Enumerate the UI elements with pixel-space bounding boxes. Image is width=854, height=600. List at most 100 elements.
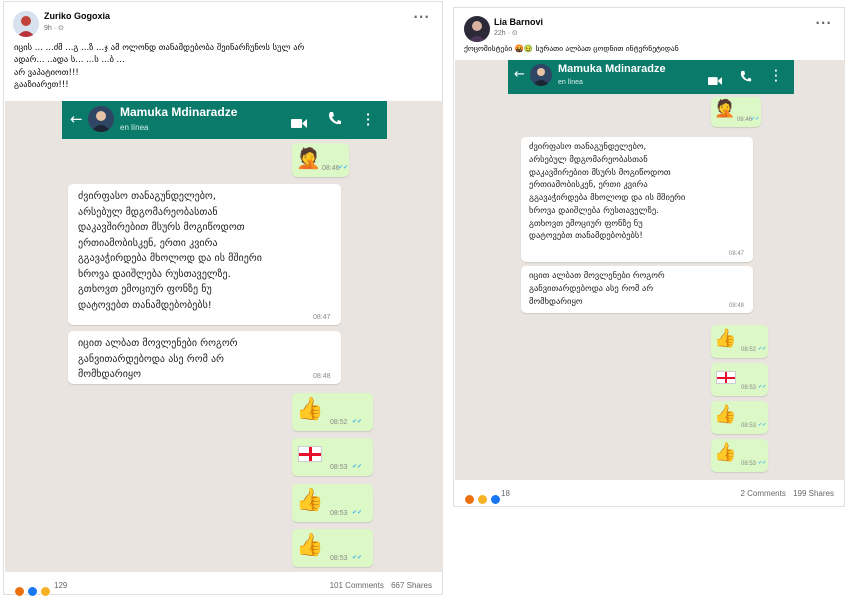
shares-count[interactable]: 667 Shares bbox=[391, 581, 432, 590]
outgoing-message: 👍 08:52 ✔✔ bbox=[292, 393, 373, 431]
message-time: 08:47 bbox=[729, 251, 745, 257]
message-time: 08:52 bbox=[330, 419, 348, 426]
reaction-icons[interactable] bbox=[464, 489, 502, 505]
message-line: ერთიამობისკენ, ერთი კვირა bbox=[78, 237, 218, 249]
outgoing-message: 🤦 08:46 ✔✔ bbox=[711, 97, 761, 127]
contact-name: Mamuka Mdinaradze bbox=[558, 63, 666, 75]
message-time: 08:53 bbox=[330, 464, 348, 471]
post-caption: იცის ... ...ძმ ...გ ...ზ ...ჯ ამ ოლონდ თ… bbox=[4, 42, 442, 91]
message-line: განვითარდებოდა ასე რომ არ bbox=[78, 353, 225, 365]
phone-call-icon bbox=[328, 111, 342, 130]
message-line: დაკავშირებით მსურს მოგიწოდოთ bbox=[529, 167, 671, 178]
incoming-message: იცით ალბათ მოვლენები როგორ განვითარდებოდ… bbox=[521, 266, 753, 313]
read-ticks-icon: ✔✔ bbox=[352, 509, 363, 516]
angry-reaction-icon bbox=[464, 494, 475, 505]
message-line: დაკავშირებით მსურს მოგიწოდოთ bbox=[78, 222, 245, 233]
author-avatar[interactable] bbox=[13, 11, 39, 37]
contact-status: en línea bbox=[120, 123, 149, 132]
read-ticks-icon: ✔✔ bbox=[758, 422, 767, 428]
video-call-icon bbox=[708, 71, 722, 90]
message-line: ძვირფასო თანაგუნდელებო, bbox=[529, 142, 647, 152]
outgoing-message: 🤦 08:46 ✔✔ bbox=[292, 143, 349, 177]
facepalm-emoji-icon: 🤦 bbox=[296, 146, 321, 170]
caption-line: ადარ... ..ადა ს... ...ს ...ბ ... bbox=[14, 55, 125, 66]
post-header: Zuriko Gogoxia 9h · ⊙ ··· bbox=[4, 2, 442, 38]
facebook-post-left: Zuriko Gogoxia 9h · ⊙ ··· იცის ... ...ძმ… bbox=[3, 1, 443, 597]
post-timestamp[interactable]: 22h · ⊙ bbox=[494, 29, 518, 37]
more-options-icon[interactable]: ··· bbox=[413, 10, 430, 24]
reaction-icons[interactable] bbox=[14, 581, 52, 597]
haha-reaction-icon bbox=[477, 494, 489, 505]
like-reaction-icon bbox=[490, 494, 502, 505]
phone-call-icon bbox=[740, 68, 752, 87]
like-reaction-icon bbox=[27, 586, 39, 597]
message-line: განვითარდებოდა ასე რომ არ bbox=[529, 283, 654, 294]
message-time: 08:46 bbox=[322, 165, 340, 172]
angry-reaction-icon bbox=[14, 586, 25, 597]
reaction-count[interactable]: 18 bbox=[501, 489, 510, 498]
author-avatar[interactable] bbox=[464, 16, 490, 42]
message-time: 08:46 bbox=[737, 117, 753, 123]
whatsapp-screenshot-image[interactable]: ← Mamuka Mdinaradze en línea · · · 🤦 08:46… bbox=[455, 60, 845, 480]
post-timestamp[interactable]: 9h · ⊙ bbox=[44, 24, 64, 32]
message-time: 08:53 bbox=[741, 385, 757, 391]
thumbs-up-emoji-icon: 👍 bbox=[714, 442, 737, 463]
caption-line: გააზიარეთ!!! bbox=[14, 79, 69, 90]
read-ticks-icon: ✔✔ bbox=[758, 346, 767, 352]
message-line: გგავაჭირდება მხოლოდ და ის მშიერი bbox=[78, 253, 262, 264]
read-ticks-icon: ✔✔ bbox=[352, 463, 363, 470]
thumbs-up-emoji-icon: 👍 bbox=[296, 488, 324, 513]
message-line: არსებულ მდგომარეობასთან bbox=[78, 206, 218, 218]
outgoing-message: 08:53 ✔✔ bbox=[711, 363, 768, 396]
contact-status: en línea bbox=[558, 79, 583, 86]
outgoing-message: 👍 08:53 ✔✔ bbox=[711, 439, 768, 472]
message-text: იცით ალბათ მოვლენები როგორ განვითარდებოდ… bbox=[529, 270, 745, 308]
outgoing-message: 👍 08:53 ✔✔ bbox=[292, 529, 373, 567]
message-line: ხროვა დაიშლება რუსთაველზე. bbox=[529, 205, 659, 216]
more-vertical-icon: · · · bbox=[774, 66, 778, 87]
message-line: ძვირფასო თანაგუნდელებო, bbox=[78, 191, 216, 202]
reaction-count[interactable]: 129 bbox=[54, 581, 67, 590]
back-arrow-icon: ← bbox=[70, 110, 83, 128]
thumbs-up-emoji-icon: 👍 bbox=[296, 397, 324, 422]
comments-count[interactable]: 101 Comments bbox=[330, 581, 384, 590]
author-name[interactable]: Zuriko Gogoxia bbox=[44, 11, 110, 21]
contact-avatar bbox=[530, 64, 552, 86]
post-stats: 2 Comments 199 Shares bbox=[735, 489, 834, 498]
read-ticks-icon: ✔✔ bbox=[352, 554, 363, 561]
thumbs-up-emoji-icon: 👍 bbox=[714, 404, 737, 425]
more-options-icon[interactable]: ··· bbox=[815, 16, 832, 30]
caption-line: იცის ... ...ძმ ...გ ...ზ ...ჯ ამ ოლონდ თ… bbox=[14, 43, 305, 53]
author-name[interactable]: Lia Barnovi bbox=[494, 17, 543, 27]
contact-avatar bbox=[88, 106, 114, 132]
message-line: ერთიამობისკენ, ერთი კვირა bbox=[529, 180, 648, 191]
shares-count[interactable]: 199 Shares bbox=[793, 489, 834, 498]
message-line: დატოვებთ თანამდებობებს! bbox=[78, 299, 212, 311]
message-line: მომხდარიყო bbox=[78, 369, 141, 380]
facepalm-emoji-icon: 🤦 bbox=[714, 99, 736, 119]
more-vertical-icon: · · · bbox=[366, 108, 371, 131]
georgian-flag-icon bbox=[716, 371, 736, 384]
thumbs-up-emoji-icon: 👍 bbox=[714, 328, 737, 349]
message-line: არსებულ მდგომარეობასთან bbox=[529, 154, 648, 165]
message-time: 08:52 bbox=[741, 347, 757, 353]
message-text: იცით ალბათ მოვლენები როგორ განვითარდებოდ… bbox=[78, 336, 331, 383]
message-time: 08:47 bbox=[313, 314, 331, 321]
whatsapp-screenshot-image[interactable]: ← Mamuka Mdinaradze en línea · · · 🤦 08:46… bbox=[5, 101, 443, 572]
post-header: Lia Barnovi 22h · ⊙ ··· bbox=[454, 8, 844, 44]
thumbs-up-emoji-icon: 👍 bbox=[296, 533, 324, 558]
haha-reaction-icon bbox=[40, 586, 52, 597]
outgoing-message: 👍 08:53 ✔✔ bbox=[292, 484, 373, 522]
message-line: ხროვა დაიშლება რუსთაველზე. bbox=[78, 268, 231, 280]
message-time: 08:48 bbox=[729, 303, 745, 309]
message-line: გგავაჭირდება მხოლოდ და ის მშიერი bbox=[529, 193, 686, 203]
message-line: იცით ალბათ მოვლენები როგორ bbox=[529, 271, 665, 281]
back-arrow-icon: ← bbox=[514, 67, 525, 82]
message-line: გთხოვთ ემოციურ ფონზე ნუ bbox=[78, 284, 212, 295]
message-time: 08:48 bbox=[313, 373, 331, 380]
message-time: 08:53 bbox=[330, 555, 348, 562]
outgoing-message: 08:53 ✔✔ bbox=[292, 438, 373, 476]
facebook-post-right: Lia Barnovi 22h · ⊙ ··· ქოცოშისტები 🤬🤢 ს… bbox=[453, 7, 845, 507]
comments-count[interactable]: 2 Comments bbox=[740, 489, 785, 498]
message-line: იცით ალბათ მოვლენები როგორ bbox=[78, 338, 238, 349]
